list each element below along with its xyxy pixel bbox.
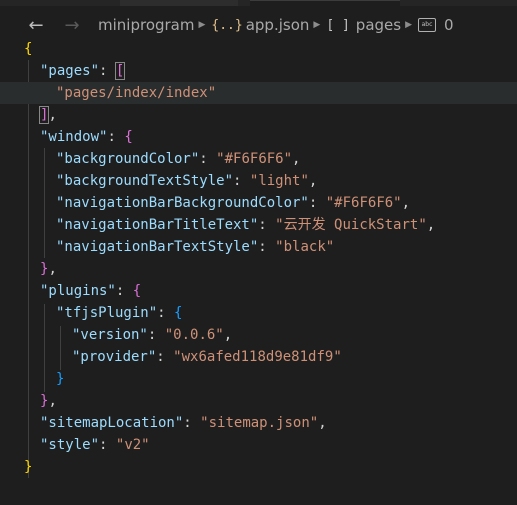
- editor-tab-strip: [0, 0, 517, 7]
- json-braces-icon: {..}: [211, 17, 243, 33]
- code-line-7: "backgroundTextStyle": "light",: [56, 173, 318, 189]
- code-line-2: "pages": [: [40, 62, 126, 80]
- code-line-15: "provider": "wx6afed118d9e81df9": [72, 349, 342, 365]
- code-line-6: "backgroundColor": "#F6F6F6",: [56, 151, 301, 167]
- chevron-right-icon: ▶: [198, 20, 206, 30]
- code-line-16: }: [56, 371, 65, 387]
- breadcrumb-item-pages[interactable]: [ ] pages: [326, 16, 401, 34]
- code-line-8: "navigationBarBackgroundColor": "#F6F6F6…: [56, 195, 411, 211]
- code-line-19: "style": "v2": [40, 437, 150, 453]
- breadcrumb-item-folder[interactable]: miniprogram: [98, 16, 194, 34]
- tab-inactive[interactable]: [120, 0, 238, 6]
- code-line-10: "navigationBarTextStyle": "black": [56, 239, 335, 255]
- code-line-5: "window": {: [40, 129, 133, 145]
- breadcrumb-item-file[interactable]: {..} app.json: [211, 16, 309, 34]
- code-line-4: ],: [38, 106, 57, 124]
- code-line-3-active: "pages/index/index": [0, 82, 517, 104]
- code-line-1: {: [24, 41, 33, 57]
- chevron-right-icon: ▶: [313, 20, 321, 30]
- breadcrumb-bar: ← → miniprogram ▶ {..} app.json ▶ [ ] pa…: [0, 10, 517, 40]
- code-line-12: "plugins": {: [40, 283, 142, 299]
- code-line-11: },: [40, 261, 57, 277]
- string-icon: abc: [418, 18, 436, 32]
- code-line-18: "sitemapLocation": "sitemap.json",: [40, 415, 327, 431]
- back-arrow-icon[interactable]: ←: [24, 15, 48, 36]
- code-line-20: }: [24, 459, 33, 475]
- tab-active[interactable]: [250, 0, 400, 7]
- breadcrumb-item-index[interactable]: abc 0: [418, 16, 454, 34]
- code-line-14: "version": "0.0.6",: [72, 327, 233, 343]
- forward-arrow-icon[interactable]: →: [60, 15, 84, 36]
- chevron-right-icon: ▶: [405, 20, 412, 30]
- array-icon: [ ]: [326, 17, 350, 33]
- code-line-17: },: [40, 393, 57, 409]
- code-line-13: "tfjsPlugin": {: [56, 305, 183, 321]
- code-line-9: "navigationBarTitleText": "云开发 QuickStar…: [56, 217, 436, 233]
